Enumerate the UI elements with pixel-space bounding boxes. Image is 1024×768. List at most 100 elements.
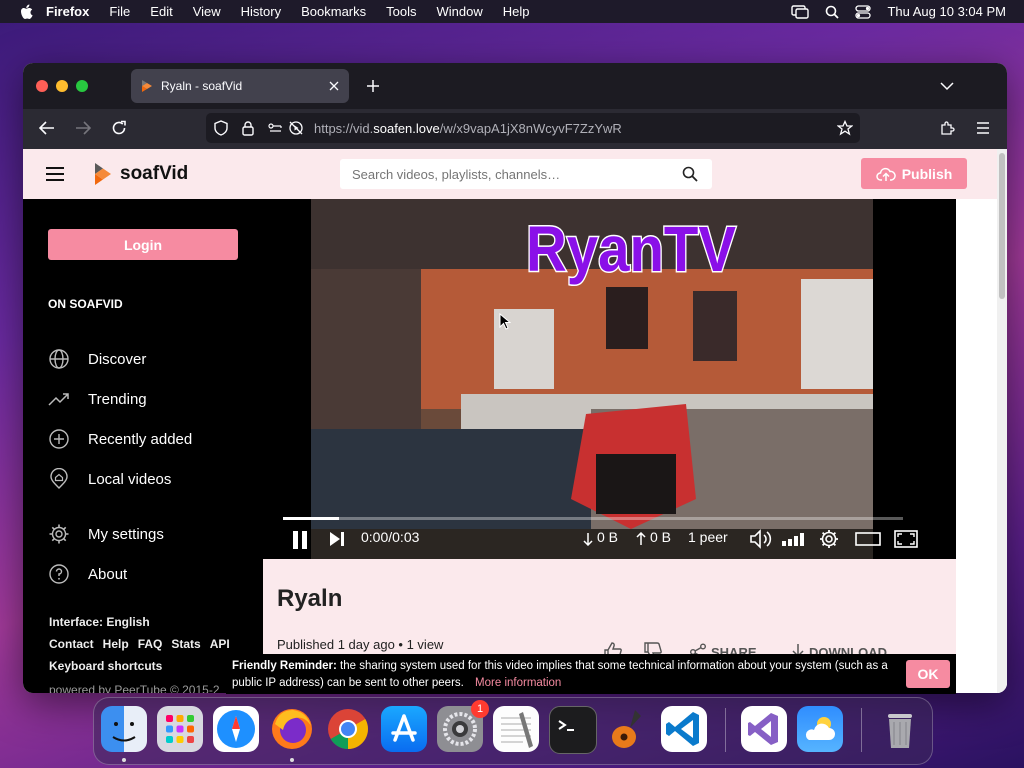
new-tab-icon[interactable] xyxy=(366,79,380,93)
sidebar-item-label: Trending xyxy=(88,390,147,408)
scrollbar-thumb[interactable] xyxy=(999,153,1005,299)
close-window-button[interactable] xyxy=(36,80,48,92)
search-box[interactable] xyxy=(340,159,712,189)
app-store-icon[interactable] xyxy=(381,706,427,752)
autoplay-blocked-icon[interactable] xyxy=(288,120,304,136)
powered-by-text[interactable]: powered by PeerTube © 2015-2 xyxy=(49,683,220,693)
help-circle-icon xyxy=(49,564,69,584)
mouse-cursor-icon xyxy=(499,313,511,330)
interface-language-link[interactable]: Interface: English xyxy=(49,615,150,629)
bookmark-star-icon[interactable] xyxy=(837,120,853,136)
chrome-icon[interactable] xyxy=(325,706,371,752)
menu-app-name[interactable]: Firefox xyxy=(46,4,89,19)
menu-history[interactable]: History xyxy=(241,4,281,19)
garageband-icon[interactable] xyxy=(605,706,651,752)
firefox-icon[interactable] xyxy=(269,706,315,752)
menu-window[interactable]: Window xyxy=(437,4,483,19)
sidebar-section-title: ON SOAFVID xyxy=(48,297,123,311)
download-stat: 0 B xyxy=(597,529,619,545)
trash-icon[interactable] xyxy=(877,706,923,752)
sidebar-item-local-videos[interactable]: Local videos xyxy=(48,468,171,490)
footer-link-api[interactable]: API xyxy=(210,637,230,651)
tab-active[interactable]: Ryaln - soafVid xyxy=(131,69,349,103)
pause-icon[interactable] xyxy=(292,530,308,550)
menu-bookmarks[interactable]: Bookmarks xyxy=(301,4,366,19)
system-settings-icon[interactable]: 1 xyxy=(437,700,489,752)
tracking-protection-shield-icon[interactable] xyxy=(214,120,228,136)
more-information-link[interactable]: More information xyxy=(475,677,561,689)
quality-bars-icon[interactable] xyxy=(781,531,805,547)
settings-gear-icon[interactable] xyxy=(819,529,839,549)
extensions-icon[interactable] xyxy=(939,120,955,136)
weather-icon[interactable] xyxy=(797,706,843,752)
close-tab-icon[interactable] xyxy=(329,81,339,91)
video-frame[interactable]: RyanTV xyxy=(311,199,873,559)
safari-icon[interactable] xyxy=(213,706,259,752)
upload-arrow-icon xyxy=(636,532,646,545)
zoom-window-button[interactable] xyxy=(76,80,88,92)
search-icon[interactable] xyxy=(682,166,698,182)
permissions-icon[interactable] xyxy=(268,122,282,134)
home-pin-icon xyxy=(50,468,68,489)
menubar-clock[interactable]: Thu Aug 10 3:04 PM xyxy=(887,4,1006,19)
url-bar[interactable]: https://vid. soafen.love/w/x9vapA1jX8nWcy… xyxy=(206,113,860,143)
control-center-icon[interactable] xyxy=(855,4,872,19)
dock-divider xyxy=(725,708,726,752)
video-player[interactable]: RyanTV 0:00/0:03 0 B 0 B 1 peer xyxy=(263,199,956,559)
url-host: soafen.love xyxy=(373,120,440,136)
search-input[interactable] xyxy=(350,165,674,183)
app-menu-icon[interactable] xyxy=(976,122,990,134)
plus-circle-icon xyxy=(49,429,69,449)
footer-link-faq[interactable]: FAQ xyxy=(138,637,163,651)
soafvid-logo-icon[interactable] xyxy=(94,162,112,186)
footer-link-contact[interactable]: Contact xyxy=(49,637,94,651)
finder-icon[interactable] xyxy=(101,706,147,752)
next-video-icon[interactable] xyxy=(329,531,345,547)
launchpad-icon[interactable] xyxy=(157,706,203,752)
lock-icon[interactable] xyxy=(242,120,254,136)
menu-help[interactable]: Help xyxy=(503,4,530,19)
video-overlay-title: RyanTV xyxy=(526,213,736,285)
fullscreen-icon[interactable] xyxy=(894,530,918,548)
publish-button[interactable]: Publish xyxy=(861,158,967,189)
menu-file[interactable]: File xyxy=(109,4,130,19)
keyboard-shortcuts-link[interactable]: Keyboard shortcuts xyxy=(49,659,162,673)
navigation-toolbar: https://vid. soafen.love/w/x9vapA1jX8nWcy… xyxy=(23,109,1007,149)
reminder-ok-button[interactable]: OK xyxy=(906,660,950,688)
sidebar-item-my-settings[interactable]: My settings xyxy=(48,523,164,545)
menu-edit[interactable]: Edit xyxy=(150,4,172,19)
sidebar-item-recently-added[interactable]: Recently added xyxy=(48,428,192,450)
page-scrollbar[interactable] xyxy=(997,149,1007,693)
reminder-heading: Friendly Reminder: xyxy=(232,660,337,672)
logo-text[interactable]: soafVid xyxy=(120,163,188,185)
screen-mirroring-icon[interactable] xyxy=(791,4,810,19)
textedit-icon[interactable] xyxy=(493,706,539,752)
reload-icon[interactable] xyxy=(111,120,127,136)
globe-icon xyxy=(49,349,69,369)
menu-tools[interactable]: Tools xyxy=(386,4,416,19)
minimize-window-button[interactable] xyxy=(56,80,68,92)
volume-icon[interactable] xyxy=(749,529,773,549)
site-header: soafVid Publish xyxy=(23,149,997,199)
menu-view[interactable]: View xyxy=(193,4,221,19)
terminal-icon[interactable] xyxy=(549,706,597,754)
back-icon[interactable] xyxy=(39,121,55,135)
footer-link-stats[interactable]: Stats xyxy=(171,637,200,651)
visual-studio-icon[interactable] xyxy=(741,706,787,752)
sidebar-item-about[interactable]: About xyxy=(48,563,127,585)
video-time: 0:00/0:03 xyxy=(361,529,420,545)
forward-icon[interactable] xyxy=(75,121,91,135)
theater-mode-icon[interactable] xyxy=(855,532,881,546)
dock-divider xyxy=(861,708,862,752)
spotlight-search-icon[interactable] xyxy=(825,5,840,19)
list-all-tabs-icon[interactable] xyxy=(940,81,954,91)
upload-stat: 0 B xyxy=(650,529,672,545)
login-button[interactable]: Login xyxy=(48,229,238,260)
progress-bar[interactable] xyxy=(283,517,903,520)
sidebar-item-discover[interactable]: Discover xyxy=(48,348,146,370)
vscode-icon[interactable] xyxy=(661,706,707,752)
apple-icon[interactable] xyxy=(20,4,34,20)
sidebar-item-trending[interactable]: Trending xyxy=(48,388,147,410)
footer-link-help[interactable]: Help xyxy=(103,637,129,651)
hamburger-menu-icon[interactable] xyxy=(46,167,64,181)
